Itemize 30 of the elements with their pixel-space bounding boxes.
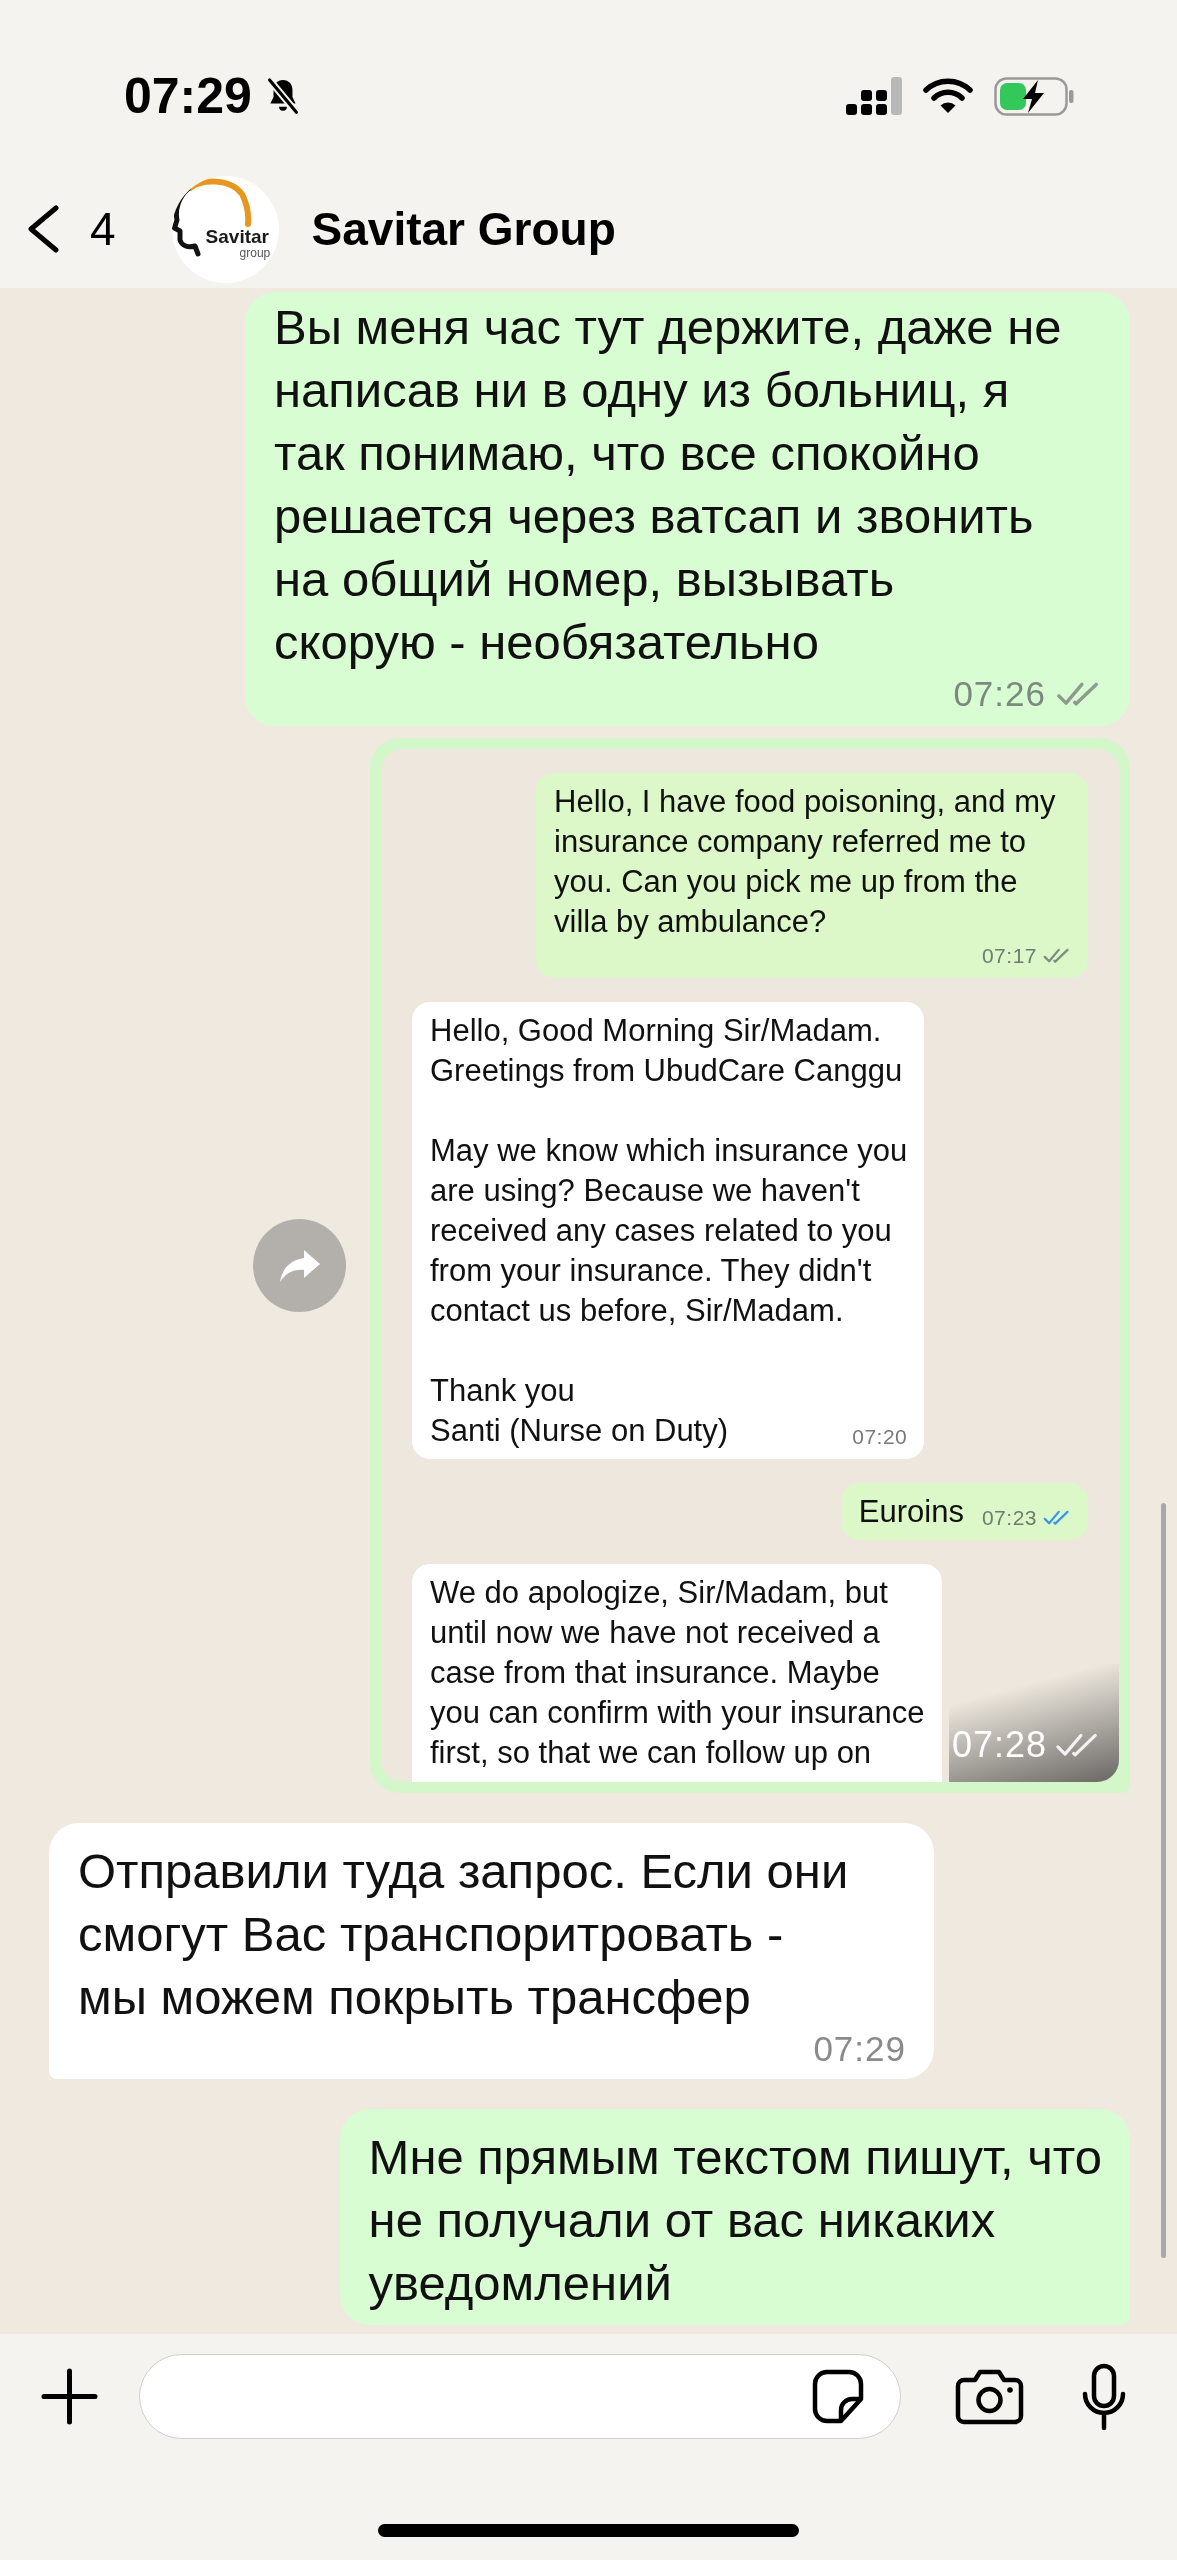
back-button[interactable]: 4 — [26, 203, 116, 255]
camera-icon[interactable] — [955, 2368, 1024, 2425]
message-text: We do apologize, Sir/Madam, but until now we have not received a case from that insurance. Maybe you can confirm with your insurance first, so that we can follow up on — [430, 1574, 925, 1772]
logo-subtext: group — [239, 245, 271, 260]
logo-wordmark: Savitar — [205, 225, 269, 248]
contact-avatar[interactable]: Savitar group — [171, 175, 279, 283]
contact-name[interactable]: Savitar Group — [311, 201, 616, 257]
plus-icon[interactable] — [41, 2368, 98, 2425]
message-time: 07:17 — [981, 943, 1037, 969]
message-text: Мне прямым текстом пишут, что не получали от вас никаких уведомлений — [368, 2129, 1102, 2312]
message-time: 07:28 — [951, 1724, 1047, 1766]
message-time: 07:23 — [981, 1505, 1037, 1531]
message-text: Hello, Good Morning Sir/Madam. Greetings from UbudCare Canggu — [430, 1012, 904, 1090]
message-text: May we know which insurance you are using? Because we haven't received any cases related to you from your insurance. They didn't contact us before, Sir/Madam. — [430, 1132, 908, 1330]
battery-charging-icon — [994, 76, 1074, 116]
chevron-left-icon — [26, 205, 60, 253]
microphone-icon[interactable] — [1081, 2362, 1127, 2431]
message-time: 07:29 — [813, 2029, 906, 2069]
status-time: 07:29 — [124, 67, 252, 126]
message-text: Euroins — [858, 1493, 964, 1531]
wifi-icon — [923, 78, 973, 114]
message-time: 07:20 — [852, 1424, 908, 1450]
message-text: Thank you Santi (Nurse on Duty) — [430, 1372, 729, 1450]
message-time: 07:26 — [953, 674, 1046, 714]
sticker-icon[interactable] — [812, 2369, 864, 2424]
cellular-signal-icon — [846, 76, 902, 116]
forward-arrow-icon — [278, 1248, 321, 1283]
message-text: Отправили туда запрос. Если они смогут Вас транспоритровать - мы можем покрыть трансфер — [78, 1843, 849, 2026]
message-text: Hello, I have food poisoning, and my insurance company referred me to you. Can you pick me up from the villa by ambulance? — [554, 783, 1056, 941]
message-text: Вы меня час тут держите, даже не написав ни в одну из больниц, я так понимаю, что все спокойно решается через ватсап и звонить на общий номер, вызывать скорую - необязательно — [274, 299, 1062, 671]
